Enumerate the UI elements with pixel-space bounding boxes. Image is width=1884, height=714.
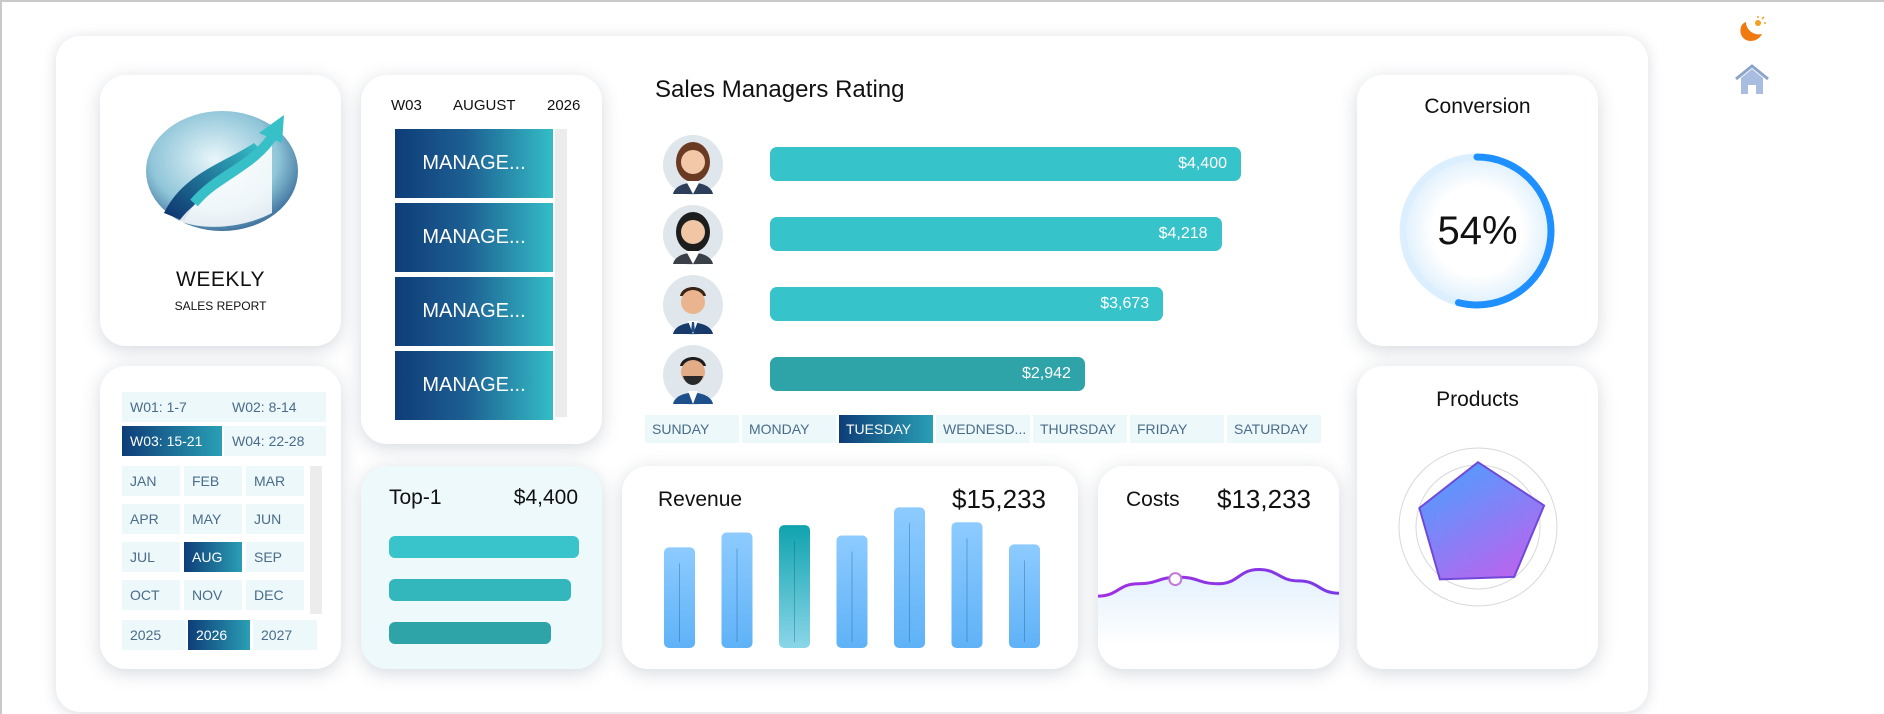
top1-label: Top-1	[389, 486, 442, 509]
home-icon[interactable]	[1733, 64, 1771, 96]
managers-panel: W03 AUGUST 2026 MANAGE... MANAGE... MANA…	[361, 75, 602, 444]
month-scrollbar[interactable]	[310, 466, 322, 614]
month-button[interactable]: SEP	[246, 542, 304, 572]
costs-chart	[1098, 567, 1339, 646]
conversion-panel: Conversion 54%	[1357, 75, 1598, 346]
month-button[interactable]: DEC	[246, 580, 304, 610]
conversion-value: 54%	[1437, 209, 1518, 253]
month-button-active[interactable]: AUG	[184, 542, 242, 572]
top1-panel: Top-1 $4,400	[361, 466, 602, 669]
day-button-monday[interactable]: MONDAY	[742, 415, 836, 443]
month-button[interactable]: FEB	[184, 466, 242, 496]
year-label: 2026	[547, 97, 581, 114]
products-title: Products	[1436, 388, 1519, 411]
moon-sun-icon[interactable]	[1734, 16, 1768, 46]
manager-button[interactable]: MANAGE...	[395, 129, 553, 199]
conversion-title: Conversion	[1424, 95, 1531, 118]
day-button-saturday[interactable]: SATURDAY	[1227, 415, 1321, 443]
rating-bar[interactable]: $2,942	[770, 357, 1085, 391]
rating-bar[interactable]: $4,218	[770, 217, 1222, 251]
year-button-active[interactable]: 2026	[188, 620, 250, 650]
products-radar	[1398, 447, 1558, 607]
managers-scrollbar[interactable]	[555, 129, 567, 417]
week-button-active[interactable]: W03: 15-21	[122, 426, 222, 456]
revenue-chart	[664, 507, 1040, 648]
rating-bar[interactable]: $4,400	[770, 147, 1241, 181]
week-button[interactable]: W02: 8-14	[224, 392, 326, 422]
day-button-tuesday[interactable]: TUESDAY	[839, 415, 933, 443]
week-button[interactable]: W01: 1-7	[122, 392, 224, 422]
month-button[interactable]: MAY	[184, 504, 242, 534]
day-button-wednesday[interactable]: WEDNESD...	[936, 415, 1030, 443]
day-button-thursday[interactable]: THURSDAY	[1033, 415, 1127, 443]
avatar	[663, 345, 723, 405]
top1-value: $4,400	[513, 486, 578, 509]
logo-icon	[146, 111, 298, 231]
revenue-panel: Revenue $15,233	[622, 466, 1078, 669]
month-button[interactable]: NOV	[184, 580, 242, 610]
logo-panel: WEEKLY SALES REPORT	[100, 75, 341, 346]
manager-button[interactable]: MANAGE...	[395, 351, 553, 421]
manager-button[interactable]: MANAGE...	[395, 203, 553, 273]
logo-title: WEEKLY	[176, 268, 265, 291]
costs-value: $13,233	[1217, 484, 1311, 514]
avatar	[663, 135, 723, 195]
products-panel: Products	[1357, 366, 1598, 669]
month-button[interactable]: JAN	[122, 466, 180, 496]
calendar-panel: W01: 1-7 W02: 8-14 W03: 15-21 W04: 22-28…	[100, 366, 341, 669]
year-button[interactable]: 2025	[122, 620, 186, 650]
top1-bar	[389, 622, 551, 644]
top1-bar	[389, 579, 572, 601]
costs-marker[interactable]	[1168, 572, 1183, 587]
rating-title: Sales Managers Rating	[655, 76, 905, 103]
week-button[interactable]: W04: 22-28	[224, 426, 326, 456]
manager-button[interactable]: MANAGE...	[395, 277, 553, 347]
costs-label: Costs	[1126, 488, 1180, 511]
year-button[interactable]: 2027	[253, 620, 317, 650]
month-button[interactable]: JUL	[122, 542, 180, 572]
month-label: AUGUST	[453, 97, 516, 114]
costs-panel: Costs $13,233	[1098, 466, 1339, 669]
month-button[interactable]: APR	[122, 504, 180, 534]
month-button[interactable]: MAR	[246, 466, 304, 496]
avatar	[663, 275, 723, 335]
rating-bar[interactable]: $3,673	[770, 287, 1164, 321]
day-button-friday[interactable]: FRIDAY	[1130, 415, 1224, 443]
avatar	[663, 205, 723, 265]
logo-subtitle: SALES REPORT	[174, 299, 267, 313]
month-button[interactable]: OCT	[122, 580, 180, 610]
top1-bar	[389, 536, 579, 558]
week-label: W03	[391, 97, 422, 114]
month-button[interactable]: JUN	[246, 504, 304, 534]
day-button-sunday[interactable]: SUNDAY	[645, 415, 739, 443]
